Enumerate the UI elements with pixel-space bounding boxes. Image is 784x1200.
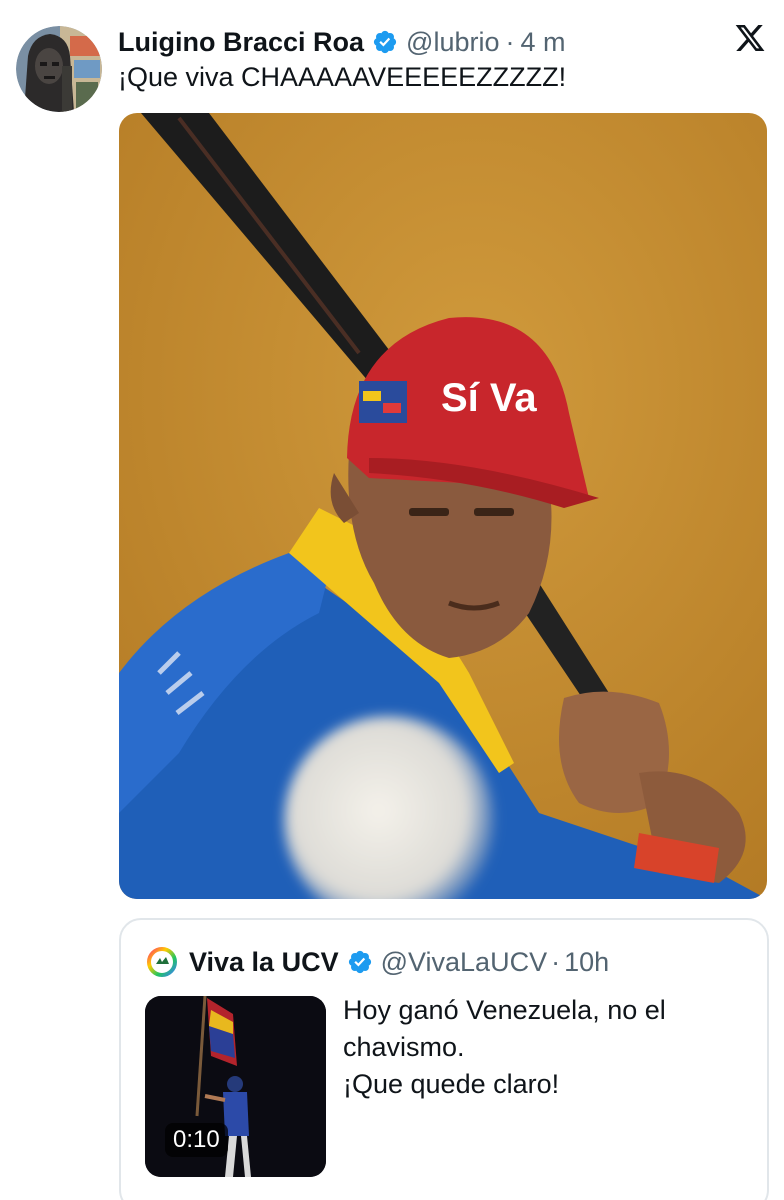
separator-dot: · [551,946,561,977]
tweet-text: ¡Que viva CHAAAAAVEEEEEZZZZZ! [118,62,567,92]
batter-photo: Sí Va [119,113,767,899]
author-display-name[interactable]: Luigino Bracci Roa [118,27,364,58]
verified-badge-icon [347,949,373,975]
profile-photo-icon [16,26,102,112]
tweet-timestamp[interactable]: 4 m [521,27,566,58]
quoted-text-line: chavismo. [343,1032,465,1062]
tweet-screenshot: Luigino Bracci Roa @lubrio · 4 m ¡Que vi… [0,0,784,1200]
video-thumbnail[interactable]: 0:10 [145,996,326,1177]
video-duration: 0:10 [165,1123,228,1157]
author-avatar[interactable] [16,26,102,112]
tweet-media-photo[interactable]: Sí Va [119,113,767,899]
quoted-text-line: Hoy ganó Venezuela, no el [343,995,666,1025]
rainbow-ring-logo-icon[interactable] [147,947,177,977]
quoted-tweet-card[interactable]: Viva la UCV @VivaLaUCV · 10h 0:10 Hoy ga… [119,918,769,1200]
quoted-text-line: ¡Que quede claro! [343,1069,560,1099]
quoted-tweet-timestamp[interactable]: 10h [564,947,609,978]
cap-text: Sí Va [441,376,537,420]
verified-badge-icon [372,29,398,55]
tweet-header: Luigino Bracci Roa @lubrio · 4 m [118,22,566,62]
author-handle[interactable]: @lubrio [406,27,499,58]
quoted-author-handle[interactable]: @VivaLaUCV [381,947,547,978]
separator-dot: · [505,26,515,57]
quoted-tweet-text: Hoy ganó Venezuela, no el chavismo. ¡Que… [343,992,753,1103]
quoted-author-display-name[interactable]: Viva la UCV [189,947,339,978]
x-logo-icon[interactable] [734,22,766,54]
quoted-tweet-header: Viva la UCV @VivaLaUCV · 10h [147,942,609,982]
